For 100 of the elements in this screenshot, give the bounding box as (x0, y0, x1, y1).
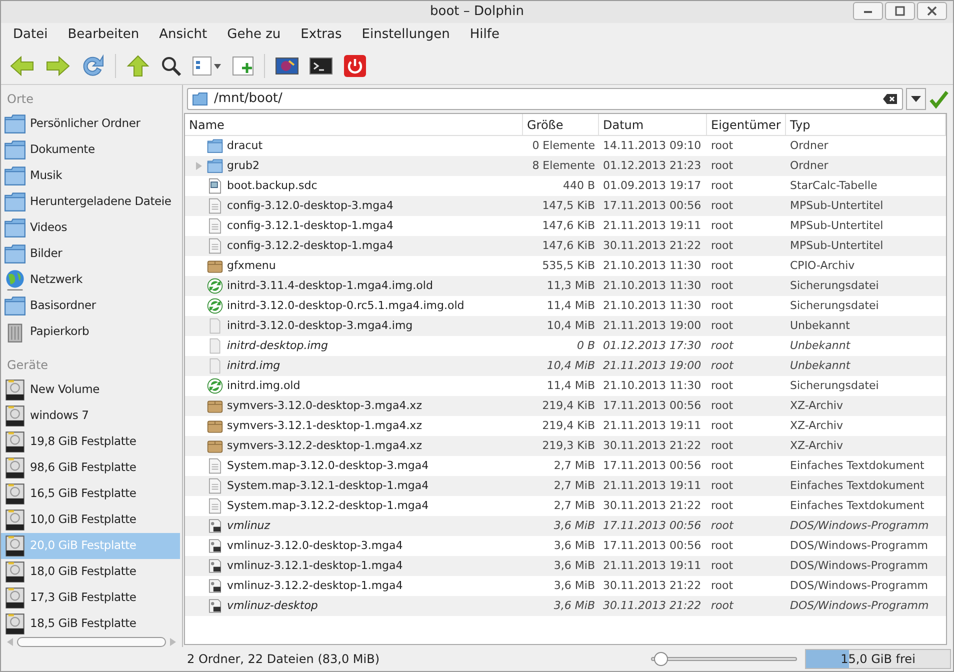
menu-item[interactable]: Extras (300, 25, 342, 45)
table-cell-text: DOS/Windows-Programm (789, 578, 930, 594)
file-name[interactable]: dracut (227, 138, 263, 154)
table-cell-text: DOS/Windows-Programm (789, 598, 930, 614)
minimize-button[interactable] (853, 2, 883, 20)
table-cell-text: DOS/Windows-Programm (789, 518, 930, 534)
file-name[interactable]: symvers-3.12.1-desktop-1.mga4.xz (227, 418, 422, 434)
reload-icon[interactable] (81, 54, 105, 78)
sidebar-item[interactable]: Basisordner (1, 293, 180, 319)
maximize-icon (895, 6, 905, 16)
file-name[interactable]: vmlinuz-3.12.1-desktop-1.mga4 (227, 558, 403, 574)
file-name[interactable]: gfxmenu (227, 258, 276, 274)
forward-arrow-icon[interactable] (45, 54, 71, 78)
table-cell-text: 2,7 MiB (552, 478, 596, 494)
maximize-button[interactable] (885, 2, 915, 20)
file-name[interactable]: System.map-3.12.2-desktop-1.mga4 (227, 498, 429, 514)
location-field[interactable]: /mnt/boot/ (187, 88, 903, 110)
hard-drive-icon (4, 483, 26, 505)
table-cell-text: root (710, 158, 734, 174)
table-cell-text: 21.11.2013 19:11 (602, 478, 702, 494)
box-icon (207, 398, 223, 414)
sidebar-item[interactable]: windows 7 (1, 403, 180, 429)
table-cell-text: 219,4 KiB (541, 418, 596, 434)
sidebar-item[interactable]: Dokumente (1, 137, 180, 163)
sidebar-item[interactable]: Persönlicher Ordner (1, 111, 180, 137)
table-cell-text: Ordner (789, 158, 830, 174)
sidebar-item[interactable]: Netzwerk (1, 267, 180, 293)
table-cell-text: XZ-Archiv (789, 438, 844, 454)
menu-item[interactable]: Datei (13, 25, 48, 45)
folder-icon (4, 295, 26, 317)
table-cell-text: 21.10.2013 11:30 (602, 278, 702, 294)
sidebar-item[interactable]: 17,3 GiB Festplatte (1, 585, 180, 611)
sidebar-item[interactable]: Bilder (1, 241, 180, 267)
column-header[interactable]: Eigentümer (707, 114, 786, 135)
table-cell-text: 10,4 MiB (546, 318, 596, 334)
file-name[interactable]: initrd.img (227, 358, 280, 374)
view-mode-icon[interactable] (192, 54, 222, 76)
terminal-icon[interactable] (309, 54, 333, 76)
file-name[interactable]: System.map-3.12.1-desktop-1.mga4 (227, 478, 429, 494)
zoom-slider[interactable] (651, 652, 797, 666)
file-name[interactable]: symvers-3.12.2-desktop-1.mga4.xz (227, 438, 422, 454)
back-arrow-icon[interactable] (9, 54, 35, 78)
file-name[interactable]: initrd.img.old (227, 378, 300, 394)
hard-drive-icon (4, 613, 26, 635)
file-name[interactable]: initrd-3.11.4-desktop-1.mga4.img.old (227, 278, 433, 294)
file-name[interactable]: config-3.12.0-desktop-3.mga4 (227, 198, 394, 214)
file-name[interactable]: initrd-3.12.0-desktop-0.rc5.1.mga4.img.old (227, 298, 464, 314)
file-name[interactable]: vmlinuz (227, 518, 270, 534)
checkmark-icon[interactable] (929, 89, 949, 109)
file-name[interactable]: System.map-3.12.0-desktop-3.mga4 (227, 458, 429, 474)
blank-file-icon (207, 338, 223, 354)
table-cell-text: 3,6 MiB (552, 518, 596, 534)
sidebar-item[interactable]: 16,5 GiB Festplatte (1, 481, 180, 507)
sidebar-item[interactable]: Musik (1, 163, 180, 189)
dropdown-button[interactable] (906, 88, 926, 110)
menu-item[interactable]: Hilfe (470, 25, 500, 45)
sidebar-item[interactable]: Heruntergeladene Dateie (1, 189, 180, 215)
sidebar-item[interactable]: New Volume (1, 377, 180, 403)
sidebar-item[interactable]: 18,5 GiB Festplatte (1, 611, 180, 637)
sidebar-item[interactable]: 18,0 GiB Festplatte (1, 559, 180, 585)
search-icon[interactable] (160, 54, 182, 76)
folder-icon (4, 217, 26, 239)
table-cell-text: 21.11.2013 19:11 (602, 218, 702, 234)
close-button[interactable] (917, 2, 947, 20)
file-name[interactable]: config-3.12.2-desktop-1.mga4 (227, 238, 394, 254)
file-name[interactable]: config-3.12.1-desktop-1.mga4 (227, 218, 394, 234)
file-name[interactable]: vmlinuz-3.12.2-desktop-1.mga4 (227, 578, 403, 594)
menu-item[interactable]: Bearbeiten (68, 25, 140, 45)
table-cell-text: root (710, 358, 735, 374)
file-name[interactable]: symvers-3.12.0-desktop-3.mga4.xz (227, 398, 422, 414)
file-name[interactable]: vmlinuz-3.12.0-desktop-3.mga4 (227, 538, 403, 554)
table-cell-text: Unbekannt (789, 318, 851, 334)
file-name[interactable]: grub2 (227, 158, 260, 174)
table-cell-text: CPIO-Archiv (789, 258, 856, 274)
column-header[interactable]: Typ (786, 114, 946, 135)
file-name[interactable]: initrd-desktop.img (227, 338, 328, 354)
file-name[interactable]: initrd-3.12.0-desktop-3.mga4.img (227, 318, 413, 334)
file-name[interactable]: boot.backup.sdc (227, 178, 318, 194)
table-cell-text: XZ-Archiv (789, 398, 844, 414)
table-cell-text: 11,4 MiB (546, 298, 596, 314)
menu-item[interactable]: Gehe zu (227, 25, 281, 45)
sidebar-item[interactable]: 19,8 GiB Festplatte (1, 429, 180, 455)
free-space-bar: 15,0 GiB frei (805, 649, 951, 669)
column-header[interactable]: Name (185, 114, 523, 135)
column-header[interactable]: Datum (599, 114, 707, 135)
clear-icon[interactable] (882, 93, 898, 105)
sidebar-item[interactable]: Papierkorb (1, 319, 180, 345)
colorful-image-icon[interactable] (275, 54, 299, 76)
up-arrow-icon[interactable] (126, 54, 150, 78)
hard-drive-icon (4, 561, 26, 583)
sidebar-item[interactable]: 98,6 GiB Festplatte (1, 455, 180, 481)
column-header[interactable]: Größe (523, 114, 599, 135)
table-cell-text: DOS/Windows-Programm (789, 538, 930, 554)
power-icon[interactable] (343, 54, 367, 78)
sidebar-item[interactable]: 10,0 GiB Festplatte (1, 507, 180, 533)
split-view-icon[interactable] (232, 54, 254, 76)
file-name[interactable]: vmlinuz-desktop (227, 598, 318, 614)
sidebar-item[interactable]: Videos (1, 215, 180, 241)
menu-item[interactable]: Einstellungen (362, 25, 450, 45)
menu-item[interactable]: Ansicht (159, 25, 208, 45)
